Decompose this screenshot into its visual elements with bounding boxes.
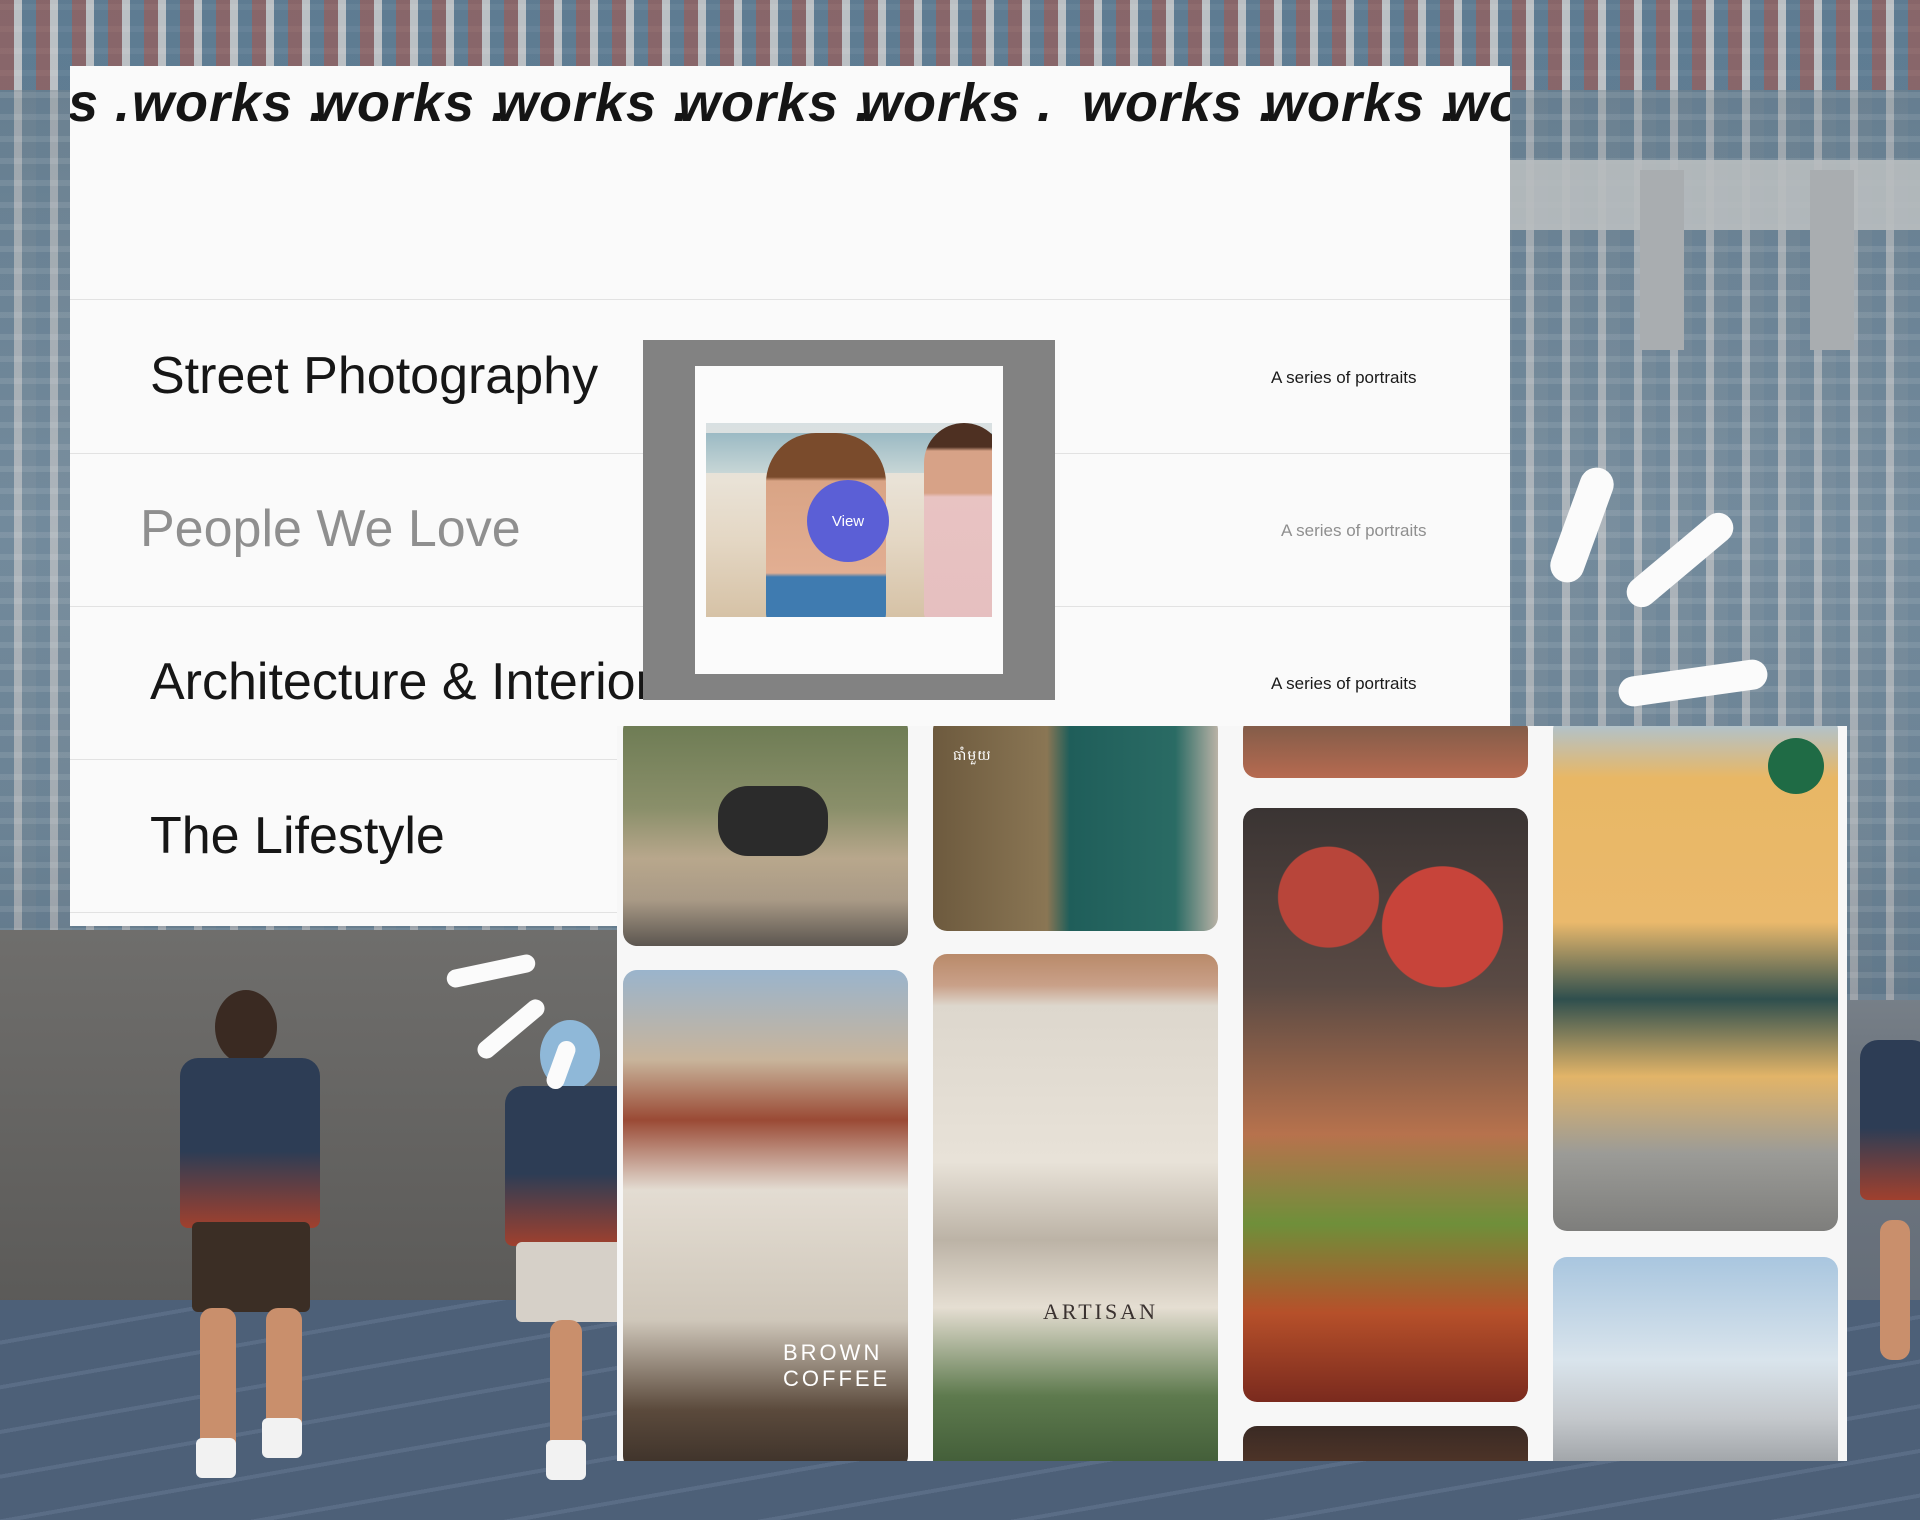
marquee-word: works . xyxy=(314,73,508,133)
gallery-photo-brown-coffee[interactable]: BROWN COFFEE xyxy=(623,970,908,1461)
marquee-word: wo xyxy=(1446,73,1510,133)
photo-gallery: BROWN COFFEE ធាំមួយ ARTISAN xyxy=(617,726,1847,1461)
marquee-word: s . xyxy=(70,73,132,133)
marquee-word: works . xyxy=(132,73,326,133)
marquee-word: works . xyxy=(860,73,1054,133)
cafe-logo-icon xyxy=(1768,738,1824,794)
concrete-column xyxy=(1810,170,1854,350)
gallery-photo-market-bottom[interactable] xyxy=(1243,1426,1528,1461)
divider xyxy=(70,299,1510,300)
project-title[interactable]: Architecture & Interiors xyxy=(150,652,679,712)
project-title[interactable]: Street Photography xyxy=(150,346,598,406)
gallery-photo-market-vendor[interactable] xyxy=(1243,808,1528,1402)
runner-figure xyxy=(170,990,340,1490)
project-subtitle: A series of portraits xyxy=(1281,521,1427,540)
photo-caption: ARTISAN xyxy=(1043,1299,1159,1324)
photo-caption: ធាំមួយ xyxy=(953,747,992,763)
gallery-photo-sky-wires[interactable] xyxy=(1553,1257,1838,1461)
gallery-photo-motorcycle[interactable] xyxy=(623,726,908,946)
marquee-word: works . xyxy=(678,73,872,133)
gallery-photo-yellow-cafe[interactable] xyxy=(1553,726,1838,1231)
project-subtitle: A series of portraits xyxy=(1271,674,1417,693)
marquee-word: works . xyxy=(496,73,690,133)
project-subtitle: A series of portraits xyxy=(1271,368,1417,387)
project-title[interactable]: The Lifestyle xyxy=(150,806,445,866)
gallery-photo-bowl[interactable] xyxy=(1243,726,1528,778)
concrete-column xyxy=(1640,170,1684,350)
gallery-photo-shop-front[interactable]: ធាំមួយ xyxy=(933,726,1218,931)
photo-caption: BROWN COFFEE xyxy=(783,1340,891,1391)
concrete-beam xyxy=(1500,160,1920,230)
runner-figure xyxy=(1860,1000,1920,1380)
gallery-photo-artisan[interactable]: ARTISAN xyxy=(933,954,1218,1461)
view-button[interactable]: View xyxy=(807,480,889,562)
marquee-word: works . xyxy=(1264,73,1458,133)
project-title[interactable]: People We Love xyxy=(140,499,521,559)
marquee-word: works . xyxy=(1082,73,1276,133)
works-marquee: s . works . works . works . works . work… xyxy=(70,66,1510,162)
